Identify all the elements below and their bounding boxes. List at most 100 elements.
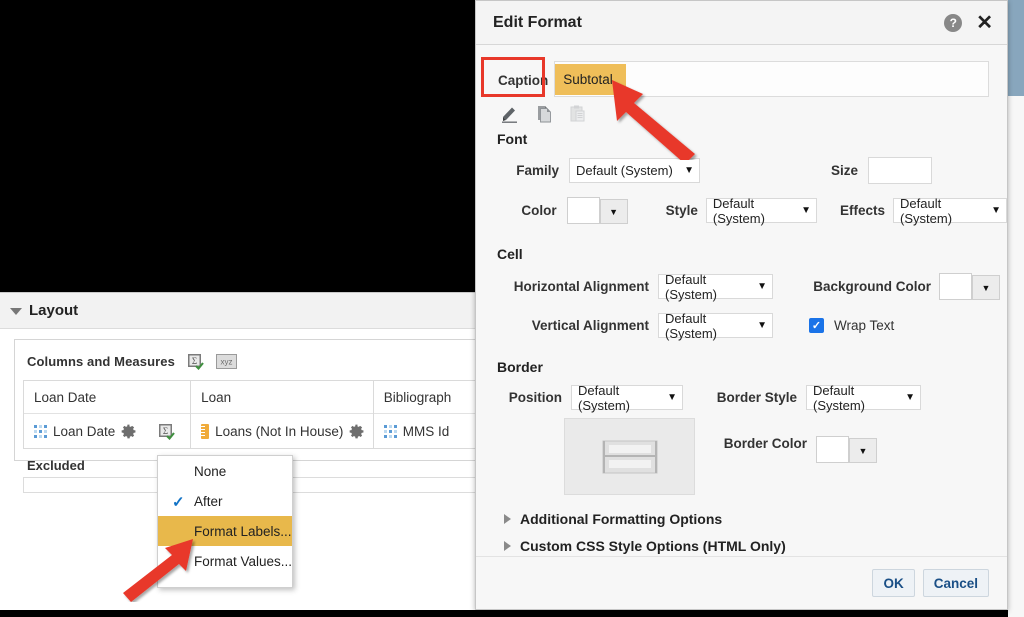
copy-icon[interactable] xyxy=(534,104,554,129)
expander-label: Custom CSS Style Options (HTML Only) xyxy=(520,538,786,554)
horizontal-alignment-label: Horizontal Alignment xyxy=(513,279,649,294)
border-preview-icon[interactable] xyxy=(564,418,695,495)
drop-column-bibliographic[interactable]: Bibliograph MMS Id xyxy=(372,380,483,449)
horizontal-alignment-select[interactable]: Default (System) ▼ xyxy=(658,271,773,302)
drop-item-label: MMS Id xyxy=(402,423,450,439)
font-color-swatch[interactable] xyxy=(566,197,600,224)
menu-item-label: Format Labels... xyxy=(194,523,292,539)
font-section-heading: Font xyxy=(497,131,528,147)
svg-text:xyz: xyz xyxy=(220,357,232,366)
help-icon[interactable]: ? xyxy=(944,13,963,32)
menu-item-none[interactable]: None xyxy=(158,456,292,486)
xyz-icon[interactable]: xyz xyxy=(215,353,237,369)
drop-item-label: Loans (Not In House) xyxy=(215,423,344,439)
wrap-text-label: Wrap Text xyxy=(834,318,895,333)
font-color-label: Color xyxy=(521,203,557,218)
check-icon: ✓ xyxy=(172,494,185,511)
border-position-label: Position xyxy=(508,390,562,405)
layout-panel-header[interactable]: Layout xyxy=(0,293,476,329)
chevron-down-icon: ▼ xyxy=(991,205,1001,216)
background-color-dropdown[interactable]: ▼ xyxy=(972,275,1000,300)
font-color-dropdown[interactable]: ▼ xyxy=(599,199,628,224)
columns-and-measures-header: Columns and Measures Σ xyz xyxy=(15,348,483,374)
dialog-body: Caption Subtotal Font Family Default (Sy… xyxy=(476,61,1007,554)
menu-item-label: After xyxy=(194,493,223,509)
chevron-down-icon: ▼ xyxy=(757,281,767,292)
menu-item-after[interactable]: ✓ After xyxy=(158,486,292,516)
totals-context-menu[interactable]: None ✓ After Format Labels... Format Val… xyxy=(157,455,293,588)
drop-column-item[interactable]: Loans (Not In House) xyxy=(191,414,373,448)
drop-column-header: Loan Date xyxy=(24,381,191,414)
drop-column-header: Loan xyxy=(191,381,373,414)
border-section-heading: Border xyxy=(497,359,543,375)
caption-label-text: Caption xyxy=(498,72,549,88)
chevron-down-icon: ▼ xyxy=(905,392,915,403)
additional-formatting-options-expander[interactable]: Additional Formatting Options xyxy=(476,511,1007,527)
wrap-text-checkbox[interactable]: ✓ xyxy=(809,318,824,333)
font-family-value: Default (System) xyxy=(576,163,673,178)
border-position-select[interactable]: Default (System) ▼ xyxy=(571,383,683,413)
totals-icon-loan-date[interactable]: Σ xyxy=(158,423,176,440)
caption-input[interactable]: Subtotal xyxy=(554,61,989,97)
font-effects-label: Effects xyxy=(840,203,886,218)
chevron-down-icon: ▼ xyxy=(684,165,694,176)
menu-item-label: Format Values... xyxy=(194,553,293,569)
vertical-alignment-row: Vertical Alignment Default (System) ▼ ✓ … xyxy=(476,311,1007,341)
border-style-select[interactable]: Default (System) ▼ xyxy=(806,383,921,413)
border-style-label: Border Style xyxy=(716,390,797,405)
horizontal-alignment-value: Default (System) xyxy=(665,271,717,302)
menu-item-format-labels[interactable]: Format Labels... xyxy=(158,516,292,546)
dialog-footer: OK Cancel xyxy=(476,556,1007,609)
background-color-swatch[interactable] xyxy=(939,273,972,300)
font-effects-value: Default (System) xyxy=(900,195,953,226)
font-size-input[interactable] xyxy=(868,157,932,184)
font-effects-select[interactable]: Default (System) ▼ xyxy=(893,195,1007,226)
measure-ruler-icon xyxy=(201,423,210,439)
vertical-alignment-label: Vertical Alignment xyxy=(531,318,649,333)
drop-column-item[interactable]: MMS Id xyxy=(374,414,482,448)
dialog-title: Edit Format xyxy=(493,13,582,31)
caption-row: Caption Subtotal xyxy=(494,61,989,99)
border-position-row: Position Default (System) ▼ Border Style… xyxy=(476,383,1007,413)
screenshot-root: Layout Columns and Measures Σ xyz Loan D… xyxy=(0,0,1024,617)
border-color-dropdown[interactable]: ▼ xyxy=(849,438,877,463)
border-color-swatch[interactable] xyxy=(816,436,849,463)
svg-text:Σ: Σ xyxy=(192,356,197,366)
drop-column-loan-date[interactable]: Loan Date Loan Date Σ xyxy=(23,380,192,449)
close-icon[interactable]: ✕ xyxy=(976,13,993,33)
drop-item-label: Loan Date xyxy=(53,423,116,439)
edit-format-dialog: Edit Format ? ✕ Caption Subtotal Font Fa… xyxy=(475,0,1008,610)
font-family-row: Family Default (System) ▼ Size xyxy=(476,157,1007,184)
expand-collapse-icon[interactable] xyxy=(10,308,22,315)
font-size-label: Size xyxy=(830,163,858,178)
font-color-row: Color ▼ Style Default (System) ▼ Effects… xyxy=(476,195,1007,226)
chevron-down-icon: ▼ xyxy=(757,320,767,331)
columns-and-measures-box: Columns and Measures Σ xyz Loan Date Loa… xyxy=(14,339,493,493)
font-style-select[interactable]: Default (System) ▼ xyxy=(705,196,817,226)
gear-icon[interactable] xyxy=(121,424,136,439)
caption-label: Caption xyxy=(494,61,554,99)
drop-column-loan[interactable]: Loan Loans (Not In House) xyxy=(190,380,374,449)
format-painter-icon[interactable] xyxy=(500,104,520,129)
cancel-button[interactable]: Cancel xyxy=(922,569,989,597)
gear-icon[interactable] xyxy=(349,424,364,439)
ok-button[interactable]: OK xyxy=(872,569,915,597)
menu-item-format-values[interactable]: Format Values... xyxy=(158,546,292,576)
caption-input-value: Subtotal xyxy=(555,63,626,95)
columns-and-measures-label: Columns and Measures xyxy=(27,353,175,369)
expander-label: Additional Formatting Options xyxy=(520,511,723,527)
svg-text:Σ: Σ xyxy=(163,426,168,436)
dialog-title-bar: Edit Format ? ✕ xyxy=(476,1,1007,45)
column-grid-icon xyxy=(34,424,47,438)
vertical-alignment-select[interactable]: Default (System) ▼ xyxy=(658,311,773,341)
custom-css-style-options-expander[interactable]: Custom CSS Style Options (HTML Only) xyxy=(476,538,1007,554)
background-color-label: Background Color xyxy=(813,279,931,294)
chevron-down-icon: ▼ xyxy=(801,205,811,216)
drop-column-item[interactable]: Loan Date Σ xyxy=(24,414,190,448)
chevron-right-icon xyxy=(504,541,511,551)
totals-icon[interactable]: Σ xyxy=(187,353,204,370)
chevron-down-icon: ▼ xyxy=(667,392,677,403)
columns-drop-row: Loan Date Loan Date Σ Loan Loans (Not In… xyxy=(15,380,483,449)
page-title: Layout xyxy=(29,302,79,319)
font-family-select[interactable]: Default (System) ▼ xyxy=(569,158,700,183)
